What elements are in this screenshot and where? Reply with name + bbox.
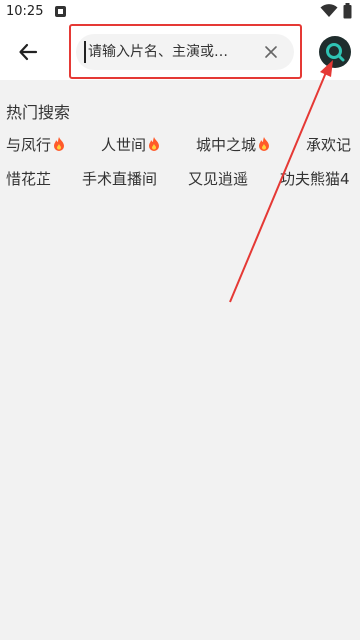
- annotation-arrow: [229, 60, 333, 303]
- hot-search-item[interactable]: 城中之城: [196, 134, 271, 155]
- hot-search-item-label: 惜花芷: [6, 170, 52, 188]
- back-button[interactable]: [14, 38, 42, 66]
- battery-icon: [343, 3, 352, 19]
- fire-icon: [54, 137, 65, 151]
- hot-search-item-label: 与凤行: [6, 136, 52, 154]
- hot-search-item[interactable]: 惜花芷: [6, 168, 51, 189]
- hot-search-item-label: 人世间: [101, 136, 147, 154]
- search-icon: [326, 43, 345, 62]
- hot-search-item[interactable]: 人世间: [101, 134, 161, 155]
- fire-icon: [149, 137, 160, 151]
- hot-search-title: 热门搜索: [6, 103, 71, 122]
- status-bar: 10:25: [0, 0, 360, 24]
- hot-search-item-label: 手术直播间: [82, 170, 158, 188]
- hot-search-item[interactable]: 功夫熊猫4: [280, 168, 360, 189]
- clear-button[interactable]: [262, 43, 280, 61]
- search-input[interactable]: [84, 41, 259, 63]
- close-icon: [265, 46, 277, 58]
- status-time: 10:25: [6, 4, 44, 19]
- hot-search-item[interactable]: 与凤行: [6, 134, 66, 155]
- hot-search-item[interactable]: 承欢记: [306, 134, 351, 155]
- hot-search-item-label: 承欢记: [306, 136, 352, 154]
- search-button[interactable]: [319, 36, 351, 68]
- hot-search-item[interactable]: 又见逍遥: [188, 168, 248, 189]
- hot-search-item-label: 功夫熊猫4: [280, 170, 350, 188]
- arrow-left-icon: [19, 43, 38, 61]
- search-box: [76, 34, 294, 70]
- wifi-icon: [320, 4, 338, 17]
- notification-icon: [55, 6, 66, 17]
- hot-search-item-label: 又见逍遥: [188, 170, 249, 188]
- fire-icon: [259, 137, 270, 151]
- hot-search-item[interactable]: 手术直播间: [82, 168, 157, 189]
- hot-search-item-label: 城中之城: [196, 136, 257, 154]
- search-toolbar: [0, 24, 360, 80]
